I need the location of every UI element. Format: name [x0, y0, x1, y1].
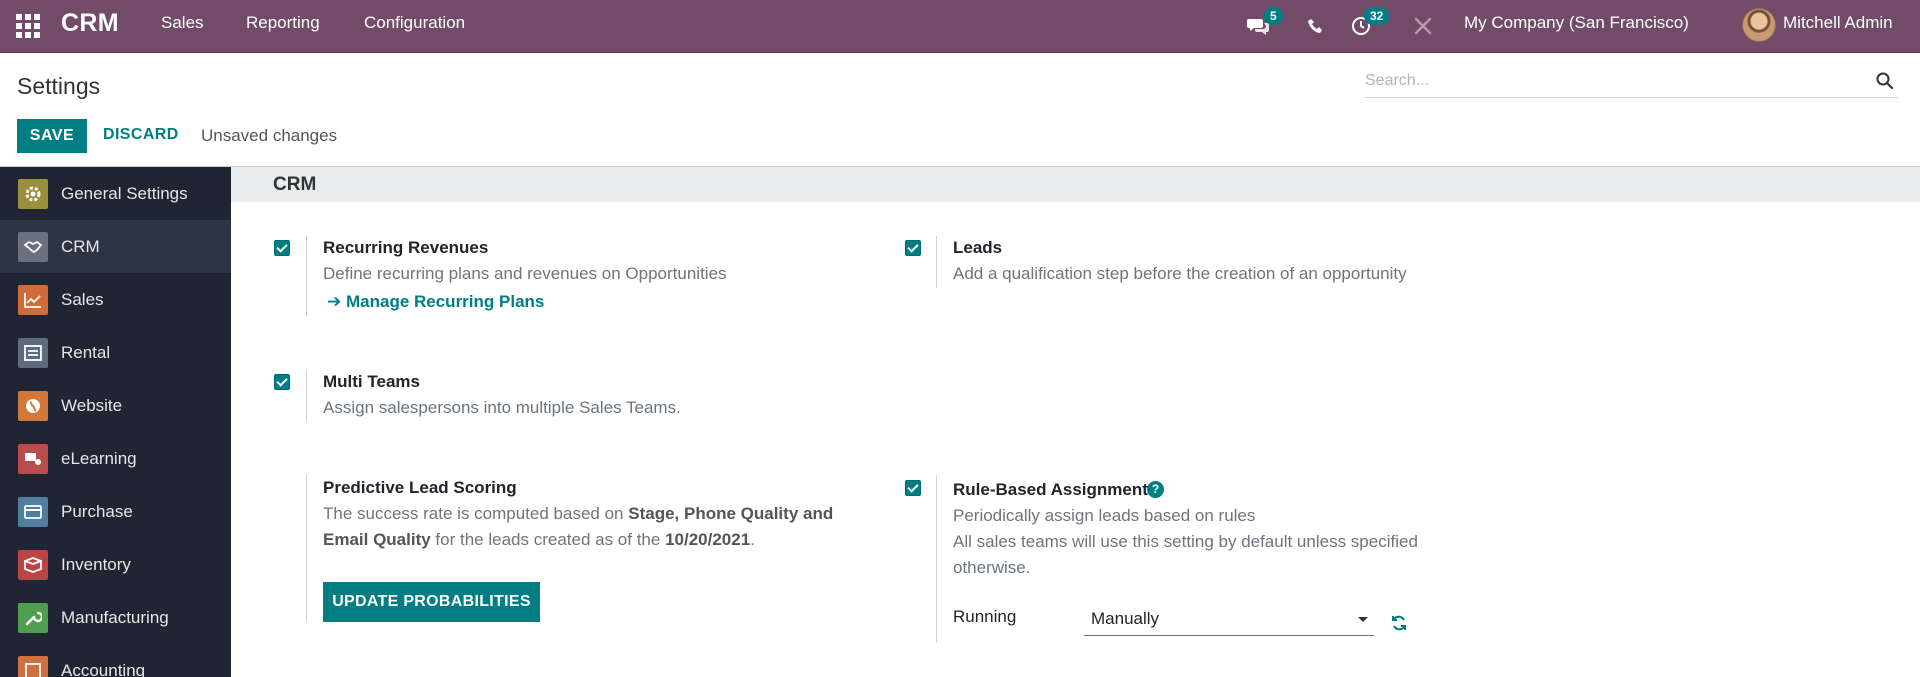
recurring-revenues-desc: Define recurring plans and revenues on O…: [323, 264, 727, 283]
sidebar-item-label: Rental: [61, 342, 111, 362]
phone-icon: [1308, 19, 1322, 33]
rule-based-assignment-desc-1: Periodically assign leads based on rules: [953, 506, 1256, 525]
sidebar-item-rental[interactable]: Rental: [0, 326, 231, 379]
unsaved-status: Unsaved changes: [201, 126, 338, 145]
elearning-icon: [18, 443, 48, 474]
refresh-icon[interactable]: [1390, 614, 1408, 632]
caret-down-icon: [1358, 617, 1368, 622]
divider: [306, 475, 307, 622]
sidebar-item-purchase[interactable]: Purchase: [0, 485, 231, 538]
box-icon: [18, 549, 48, 580]
settings-sidebar: General Settings CRM Sales Rental Websit…: [0, 166, 231, 677]
predictive-lead-scoring-title: Predictive Lead Scoring: [323, 478, 517, 497]
search-icon[interactable]: [1876, 72, 1894, 90]
recurring-revenues-checkbox[interactable]: [274, 240, 290, 256]
wrench-icon: [18, 602, 48, 633]
leads-checkbox[interactable]: [905, 240, 921, 256]
running-select[interactable]: Manually: [1084, 606, 1374, 636]
sidebar-item-crm[interactable]: CRM: [0, 220, 231, 273]
user-avatar[interactable]: [1742, 8, 1776, 42]
running-select-value: Manually: [1091, 609, 1160, 628]
handshake-icon: [18, 231, 48, 262]
sidebar-item-label: Accounting: [61, 660, 146, 677]
apps-grid-icon[interactable]: [16, 14, 40, 38]
running-label: Running: [953, 607, 1017, 626]
messages-button[interactable]: 5: [1247, 7, 1283, 40]
divider: [306, 236, 307, 316]
tools-icon: [1414, 17, 1432, 35]
globe-icon: [18, 390, 48, 421]
activities-button[interactable]: 32: [1351, 7, 1390, 40]
update-probabilities-button[interactable]: UPDATE PROBABILITIES: [323, 582, 540, 622]
user-menu[interactable]: Mitchell Admin: [1783, 13, 1893, 33]
section-title: CRM: [273, 174, 317, 195]
predictive-lead-scoring-desc: The success rate is computed based on St…: [323, 504, 834, 549]
recurring-revenues-title: Recurring Revenues: [323, 238, 489, 257]
accounting-icon: [18, 655, 48, 677]
arrow-right-icon: ➔: [327, 292, 342, 311]
manage-recurring-plans-label: Manage Recurring Plans: [345, 292, 545, 311]
sidebar-item-label: CRM: [61, 236, 100, 256]
company-switcher[interactable]: My Company (San Francisco): [1464, 13, 1689, 33]
rule-based-assignment-desc-2: All sales teams will use this setting by…: [953, 532, 1418, 551]
sidebar-item-label: Sales: [61, 289, 104, 309]
divider: [936, 236, 937, 288]
sidebar-item-website[interactable]: Website: [0, 379, 231, 432]
messages-badge: 5: [1264, 7, 1283, 25]
debug-button[interactable]: [1414, 12, 1432, 40]
multi-teams-desc: Assign salespersons into multiple Sales …: [323, 398, 681, 417]
sidebar-item-label: Purchase: [61, 501, 133, 521]
leads-title: Leads: [953, 238, 1003, 257]
divider: [936, 475, 937, 643]
sidebar-item-general-settings[interactable]: General Settings: [0, 167, 231, 220]
app-brand[interactable]: CRM: [61, 9, 119, 38]
sidebar-item-label: Inventory: [61, 554, 131, 574]
sidebar-item-inventory[interactable]: Inventory: [0, 538, 231, 591]
sidebar-item-sales[interactable]: Sales: [0, 273, 231, 326]
section-header: [231, 166, 1920, 202]
top-navbar: CRM Sales Reporting Configuration 5 32 M…: [0, 0, 1920, 53]
card-icon: [18, 496, 48, 527]
chart-icon: [18, 284, 48, 315]
leads-desc: Add a qualification step before the crea…: [953, 264, 1407, 283]
search-input[interactable]: [1365, 66, 1855, 96]
activities-badge: 32: [1364, 7, 1390, 25]
sidebar-item-accounting[interactable]: Accounting: [0, 644, 231, 677]
menu-configuration[interactable]: Configuration: [364, 13, 465, 33]
menu-reporting[interactable]: Reporting: [246, 13, 320, 33]
help-icon[interactable]: ?: [1147, 481, 1164, 498]
sidebar-item-label: Website: [61, 395, 123, 415]
rental-icon: [18, 337, 48, 368]
rule-based-assignment-title: Rule-Based Assignment: [953, 480, 1148, 499]
multi-teams-title: Multi Teams: [323, 372, 420, 391]
sidebar-item-label: General Settings: [61, 183, 188, 203]
rule-based-assignment-checkbox[interactable]: [905, 480, 921, 496]
page-title: Settings: [17, 73, 101, 99]
divider: [306, 370, 307, 422]
rule-based-assignment-desc-3: otherwise.: [953, 558, 1031, 577]
sidebar-item-manufacturing[interactable]: Manufacturing: [0, 591, 231, 644]
search-bar: [1365, 66, 1898, 98]
sidebar-item-elearning[interactable]: eLearning: [0, 432, 231, 485]
discard-button[interactable]: DISCARD: [103, 126, 179, 144]
save-button[interactable]: SAVE: [17, 119, 87, 153]
sidebar-item-label: eLearning: [61, 448, 137, 468]
gear-icon: [18, 178, 48, 209]
menu-sales[interactable]: Sales: [161, 13, 204, 33]
manage-recurring-plans-link[interactable]: ➔ Manage Recurring Plans: [327, 292, 544, 312]
phone-button[interactable]: [1308, 12, 1324, 40]
sidebar-item-label: Manufacturing: [61, 607, 169, 627]
multi-teams-checkbox[interactable]: [274, 374, 290, 390]
